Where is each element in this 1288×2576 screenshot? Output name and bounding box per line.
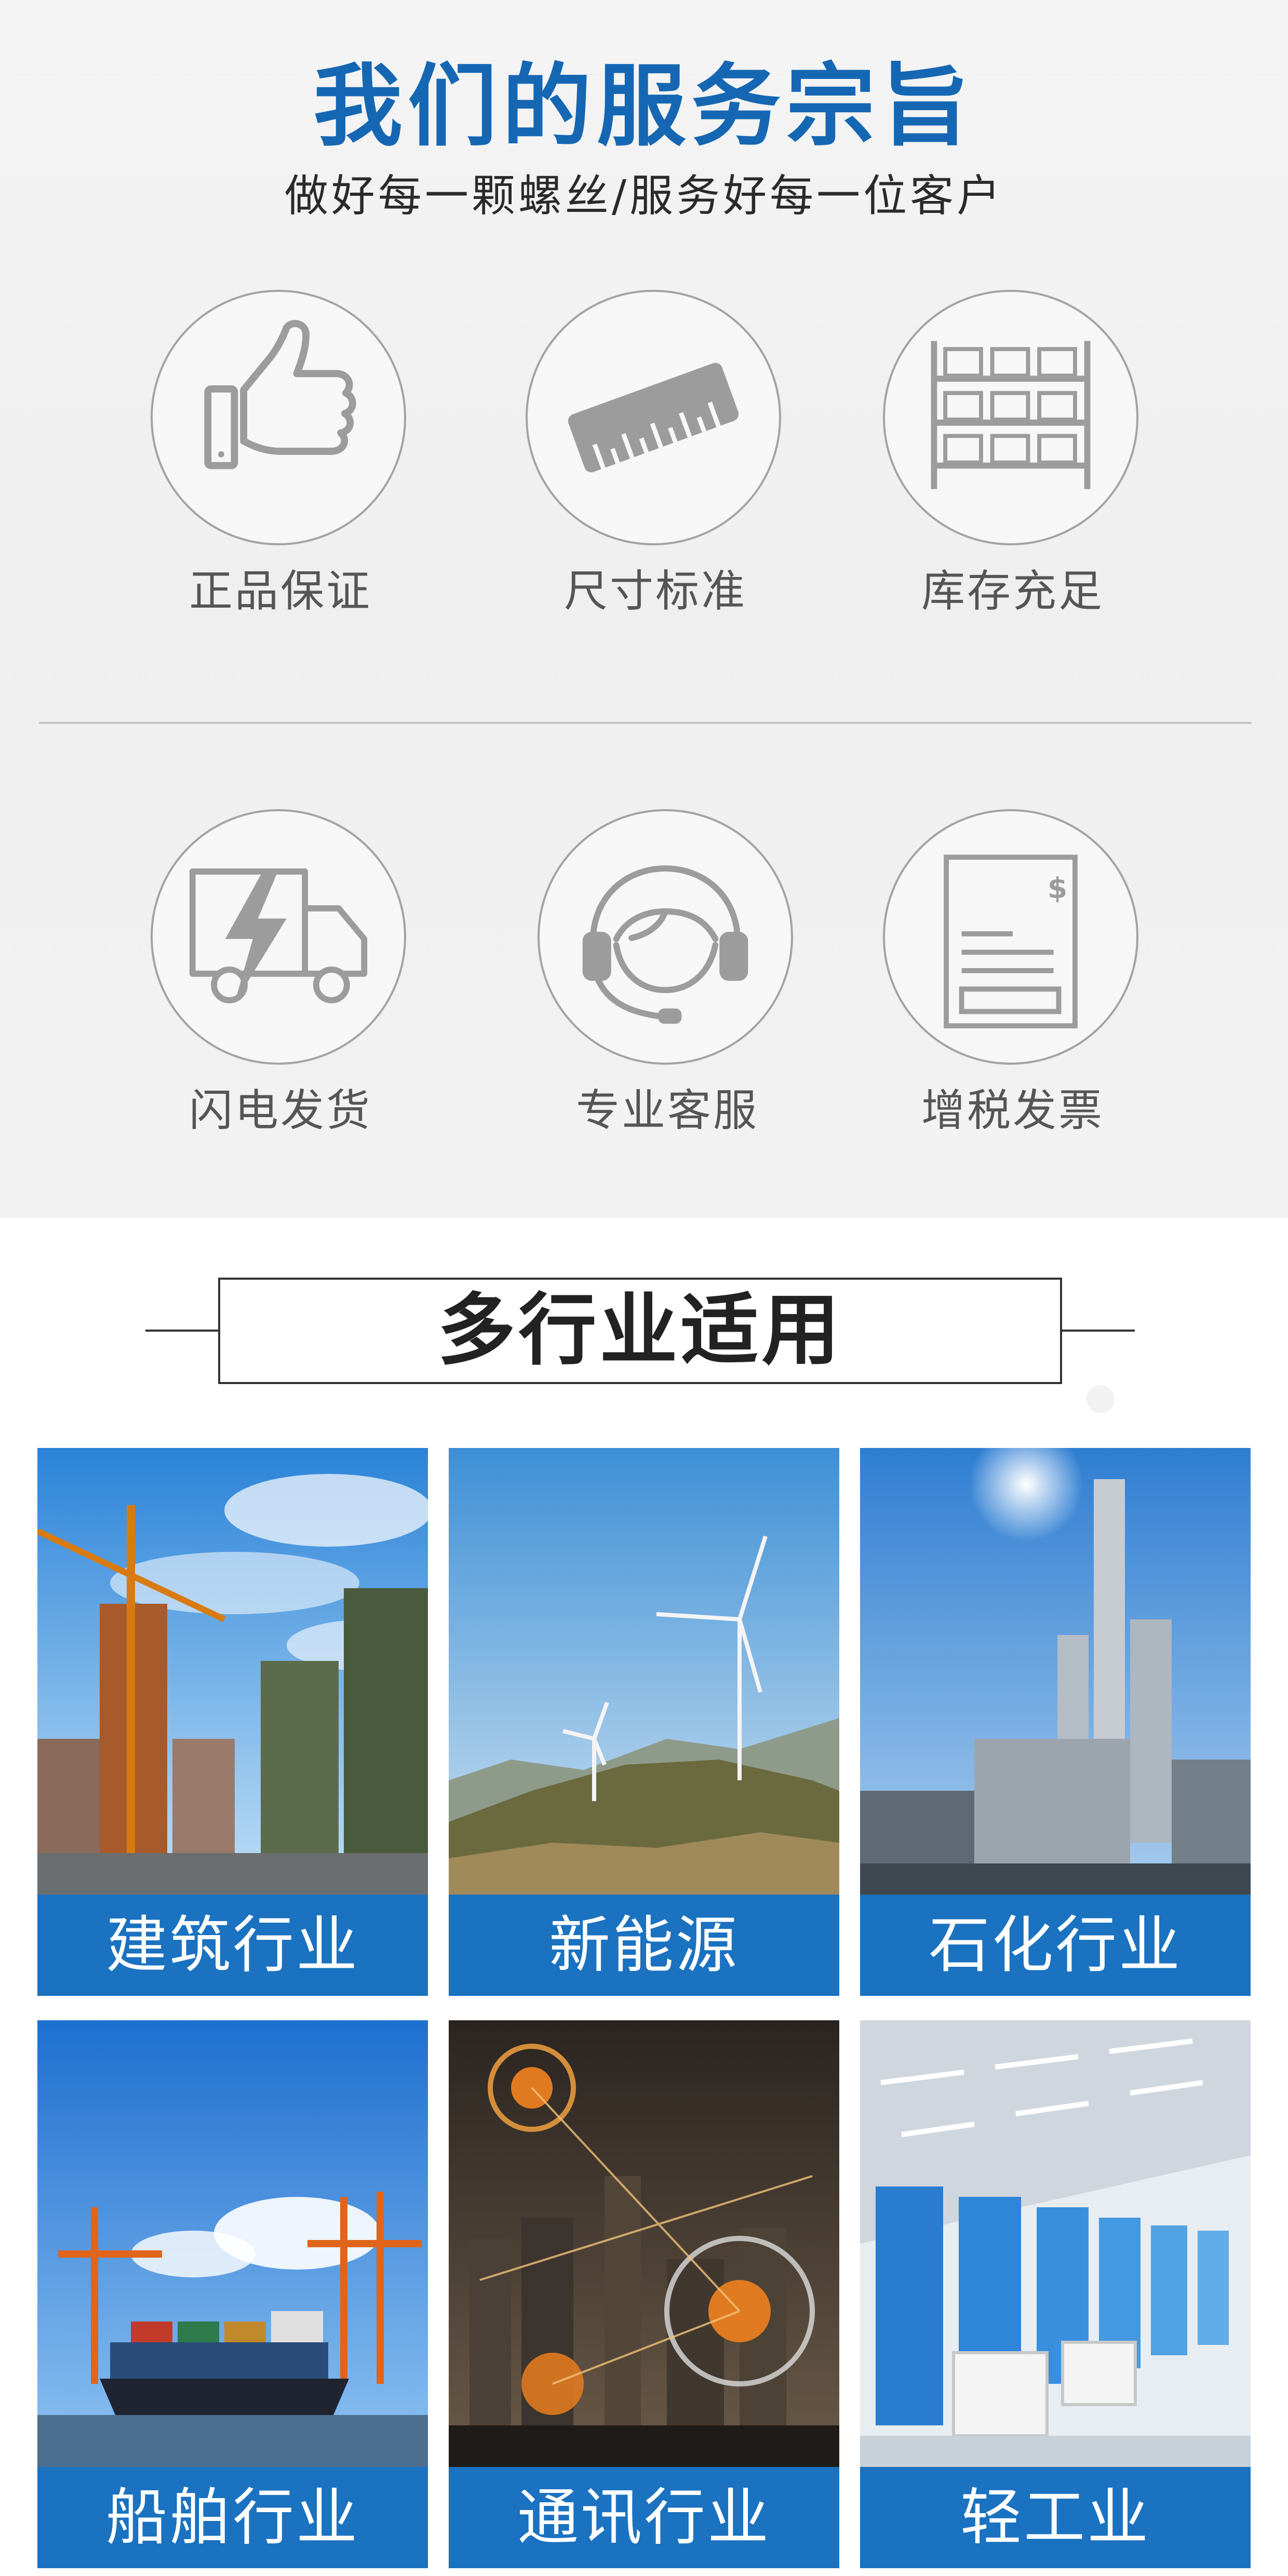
feature-vat-invoice: $ 增税发票 — [857, 809, 1169, 1183]
industry-tile-shipbuilding[interactable]: 船舶行业 — [37, 2020, 428, 2568]
svg-text:$: $ — [1048, 871, 1067, 905]
feature-genuine: 正品保证 — [125, 290, 436, 664]
petrochemical-plant-photo — [860, 1448, 1251, 1895]
wind-turbine-photo — [449, 1448, 839, 1895]
ruler-icon — [526, 290, 781, 545]
invoice-icon: $ — [883, 809, 1138, 1065]
industry-tile-petrochemical[interactable]: 石化行业 — [860, 1448, 1251, 1996]
feature-customer-service: 专业客服 — [512, 809, 823, 1183]
service-title: 我们的服务宗旨 — [313, 54, 975, 158]
feature-label: 正品保证 — [189, 566, 372, 616]
service-section: 我们的服务宗旨 做好每一颗螺丝/服务好每一位客户 正品保证 尺寸标准 库存充足 … — [0, 0, 1288, 1218]
feature-label: 闪电发货 — [189, 1085, 372, 1136]
warehouse-shelf-icon — [883, 290, 1138, 545]
construction-crane-photo — [37, 1448, 428, 1895]
section-divider — [39, 722, 1252, 724]
industry-tile-new-energy[interactable]: 新能源 — [449, 1448, 839, 1996]
feature-standard-size: 尺寸标准 — [500, 290, 811, 664]
industries-heading: 多行业适用 — [437, 1285, 843, 1376]
service-subtitle: 做好每一颗螺丝/服务好每一位客户 — [284, 170, 1004, 221]
feature-fast-shipping: 闪电发货 — [125, 809, 436, 1183]
feature-label: 增税发票 — [921, 1085, 1104, 1136]
feature-label: 专业客服 — [575, 1085, 759, 1136]
feature-label: 尺寸标准 — [564, 566, 747, 616]
container-ship-port-photo — [37, 2020, 428, 2467]
lightning-truck-icon — [151, 809, 406, 1065]
thumbs-up-icon — [151, 290, 406, 545]
industry-tile-telecom[interactable]: 通讯行业 — [449, 2020, 839, 2568]
feature-ample-stock: 库存充足 — [857, 290, 1169, 664]
industry-label: 船舶行业 — [37, 2467, 428, 2568]
factory-interior-photo — [860, 2020, 1251, 2467]
industries-heading-box: 多行业适用 — [218, 1278, 1062, 1384]
feature-label: 库存充足 — [921, 566, 1104, 616]
industry-label: 建筑行业 — [37, 1895, 428, 1996]
smart-city-network-photo — [449, 2020, 839, 2467]
industry-tile-construction[interactable]: 建筑行业 — [37, 1448, 428, 1996]
decorative-dot — [1086, 1385, 1115, 1413]
industry-label: 通讯行业 — [449, 2467, 839, 2568]
industry-label: 新能源 — [449, 1895, 839, 1996]
headset-icon — [538, 809, 793, 1065]
industry-tile-light-industry[interactable]: 轻工业 — [860, 2020, 1251, 2568]
industry-label: 石化行业 — [860, 1895, 1251, 1996]
industry-label: 轻工业 — [860, 2467, 1251, 2568]
